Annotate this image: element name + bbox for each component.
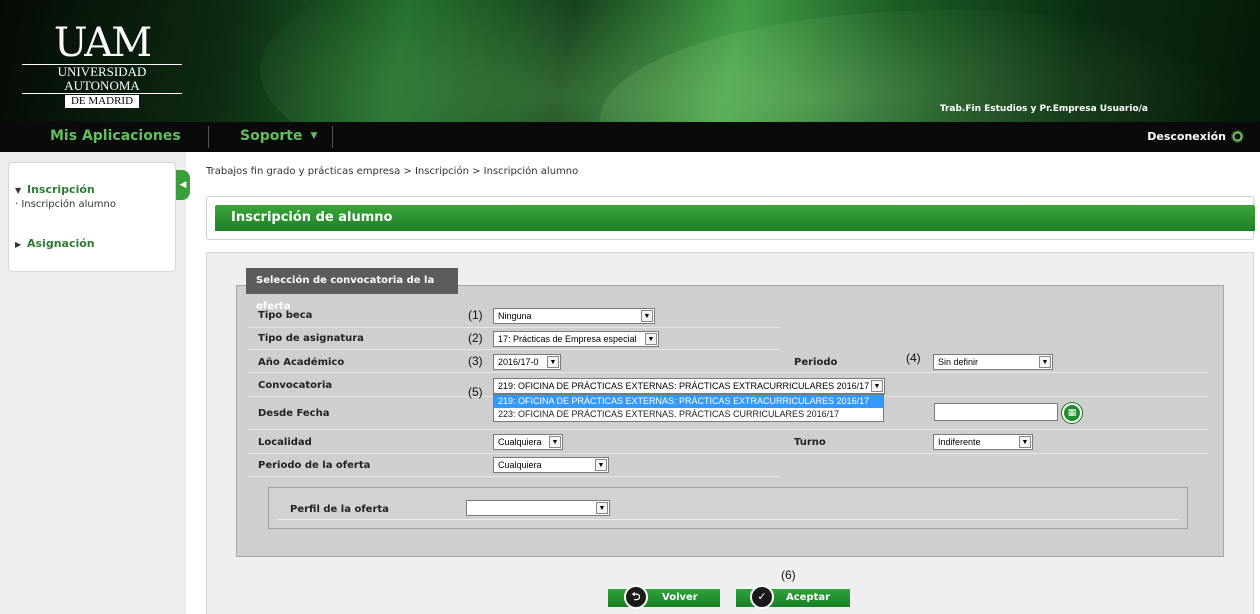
tipo-asignatura-select[interactable]: 17: Prácticas de Empresa especial ▼ (493, 331, 659, 347)
step-number-1: (1) (468, 308, 483, 322)
turno-select[interactable]: Indiferente ▼ (933, 434, 1033, 450)
fieldset-legend: Selección de convocatoria de la oferta (246, 268, 458, 312)
perfil-oferta-label: Perfil de la oferta (290, 504, 389, 515)
row-divider (278, 519, 1178, 520)
tipo-asignatura-value: 17: Prácticas de Empresa especial (498, 334, 637, 344)
sidebar-item-asignacion[interactable]: ▶ Asignación (15, 237, 95, 250)
step-number-5: (5) (468, 385, 483, 399)
hasta-fecha-input[interactable] (934, 403, 1058, 421)
tipo-beca-select[interactable]: Ninguna ▼ (493, 308, 655, 324)
periodo-oferta-select[interactable]: Cualquiera ▼ (493, 457, 609, 473)
volver-button[interactable]: ⮌ Volver (608, 585, 720, 609)
chevron-down-icon: ▼ (645, 333, 657, 345)
volver-label: Volver (662, 592, 698, 603)
caret-right-icon: ▶ (15, 240, 22, 249)
nav-divider (332, 126, 333, 148)
row-divider (248, 327, 780, 328)
step-number-4: (4) (906, 351, 921, 365)
row-divider (248, 372, 1208, 373)
university-logo[interactable]: UAM UNIVERSIDAD AUTONOMA DE MADRID (22, 20, 182, 108)
sidebar-item-label: Inscripción (27, 183, 95, 196)
periodo-select[interactable]: Sin definir ▼ (933, 354, 1053, 370)
logo-mark: UAM (53, 20, 152, 66)
turno-label: Turno (794, 437, 826, 448)
convocatoria-select[interactable]: 219: OFICINA DE PRÁCTICAS EXTERNAS: PRÁC… (493, 378, 885, 394)
anio-academico-value: 2016/17-0 (498, 357, 539, 367)
row-divider (248, 429, 1208, 430)
aceptar-label: Aceptar (786, 592, 831, 603)
periodo-oferta-value: Cualquiera (498, 460, 542, 470)
step-number-2: (2) (468, 331, 483, 345)
chevron-down-icon: ▼ (549, 436, 561, 448)
nav-divider (208, 126, 209, 148)
back-icon: ⮌ (624, 585, 648, 609)
localidad-value: Cualquiera (498, 437, 542, 447)
step-number-6: (6) (781, 568, 796, 582)
collapse-sidebar-icon[interactable]: ◀ (176, 170, 190, 200)
sidebar: ▼ Inscripción · Inscripción alumno ▶ Asign… (0, 152, 186, 614)
user-role-label: Trab.Fin Estudios y Pr.Empresa Usuario/a (939, 104, 1148, 114)
periodo-label: Periodo (794, 357, 838, 368)
page-title-box: Inscripción de alumno (206, 196, 1255, 240)
convocatoria-label: Convocatoria (258, 380, 333, 391)
page-title: Inscripción de alumno (215, 205, 1255, 231)
row-divider (248, 476, 780, 477)
row-divider (248, 349, 780, 350)
chevron-down-icon: ▼ (595, 459, 607, 471)
step-number-3: (3) (468, 354, 483, 368)
localidad-select[interactable]: Cualquiera ▼ (493, 434, 563, 450)
convocatoria-option[interactable]: 219: OFICINA DE PRÁCTICAS EXTERNAS: PRÁC… (494, 395, 883, 408)
sidebar-item-inscripcion[interactable]: ▼ Inscripción (15, 183, 95, 196)
caret-down-icon: ▼ (15, 186, 22, 195)
periodo-oferta-label: Periodo de la oferta (258, 460, 371, 471)
desde-fecha-label: Desde Fecha (258, 408, 330, 419)
anio-academico-label: Año Académico (258, 357, 345, 368)
power-icon[interactable] (1231, 130, 1244, 143)
tipo-asignatura-label: Tipo de asignatura (258, 333, 364, 344)
convocatoria-dropdown-list[interactable]: 219: OFICINA DE PRÁCTICAS EXTERNAS: PRÁC… (493, 394, 884, 422)
perfil-oferta-box (268, 487, 1188, 529)
periodo-value: Sin definir (938, 357, 979, 367)
convocatoria-option[interactable]: 223: OFICINA DE PRÁCTICAS EXTERNAS. PRÁC… (494, 408, 883, 421)
check-icon: ✓ (750, 585, 774, 609)
nav-soporte-label: Soporte (240, 128, 303, 144)
chevron-down-icon: ▼ (310, 131, 318, 141)
turno-value: Indiferente (938, 437, 981, 447)
chevron-down-icon: ▼ (1039, 356, 1051, 368)
top-navigation: Mis Aplicaciones Soporte ▼ Desconexión (0, 122, 1260, 152)
calendar-icon[interactable]: ▦ (1062, 403, 1082, 423)
convocatoria-value: 219: OFICINA DE PRÁCTICAS EXTERNAS: PRÁC… (498, 381, 870, 391)
sidebar-subitem-inscripcion-alumno[interactable]: · Inscripción alumno (15, 199, 116, 210)
sidebar-menu: ▼ Inscripción · Inscripción alumno ▶ Asign… (8, 162, 176, 272)
breadcrumb: Trabajos fin grado y prácticas empresa >… (206, 166, 579, 177)
chevron-down-icon: ▼ (547, 356, 559, 368)
chevron-down-icon: ▼ (1019, 436, 1031, 448)
tipo-beca-value: Ninguna (498, 311, 532, 321)
chevron-down-icon: ▼ (596, 502, 608, 514)
logo-line-1: UNIVERSIDAD AUTONOMA (22, 64, 182, 94)
sidebar-item-label: Asignación (27, 237, 95, 250)
header-banner: UAM UNIVERSIDAD AUTONOMA DE MADRID Trab.… (0, 0, 1260, 122)
anio-academico-select[interactable]: 2016/17-0 ▼ (493, 354, 561, 370)
chevron-down-icon: ▼ (641, 310, 653, 322)
logo-line-2: DE MADRID (64, 95, 140, 108)
nav-mis-aplicaciones[interactable]: Mis Aplicaciones (50, 128, 181, 144)
logout-link[interactable]: Desconexión (1147, 130, 1226, 143)
row-divider (248, 453, 1208, 454)
nav-soporte[interactable]: Soporte ▼ (240, 128, 317, 144)
localidad-label: Localidad (258, 437, 312, 448)
perfil-oferta-select[interactable]: ▼ (466, 500, 610, 516)
aceptar-button[interactable]: ✓ Aceptar (736, 585, 850, 609)
chevron-down-icon: ▼ (871, 380, 883, 392)
tipo-beca-label: Tipo beca (258, 310, 313, 321)
